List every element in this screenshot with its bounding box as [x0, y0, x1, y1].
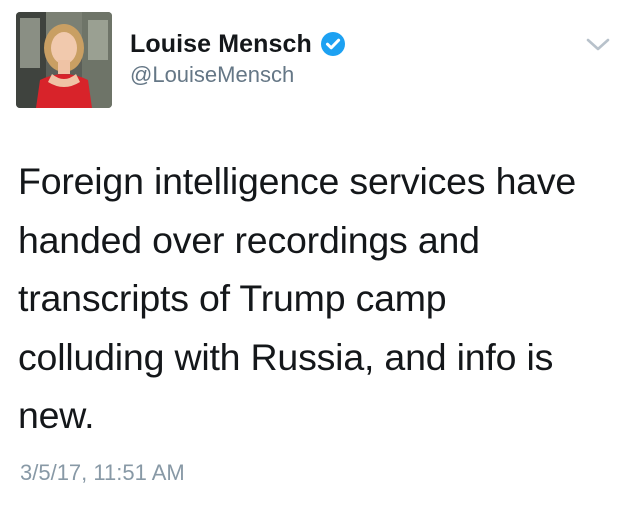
- user-handle[interactable]: @LouiseMensch: [130, 62, 294, 88]
- chevron-down-icon[interactable]: [585, 36, 611, 54]
- profile-photo-icon: [16, 12, 112, 108]
- tweet-text: Foreign intelligence services have hande…: [18, 160, 577, 436]
- avatar[interactable]: [16, 12, 112, 108]
- display-name[interactable]: Louise Mensch: [130, 30, 312, 59]
- tweet-card: Louise Mensch @LouiseMensch Foreign inte…: [0, 0, 626, 507]
- name-row: Louise Mensch: [130, 28, 346, 60]
- tweet-timestamp[interactable]: 3/5/17, 11:51 AM: [20, 460, 185, 486]
- verified-badge-icon: [320, 31, 346, 57]
- tweet-header: Louise Mensch @LouiseMensch: [0, 0, 626, 120]
